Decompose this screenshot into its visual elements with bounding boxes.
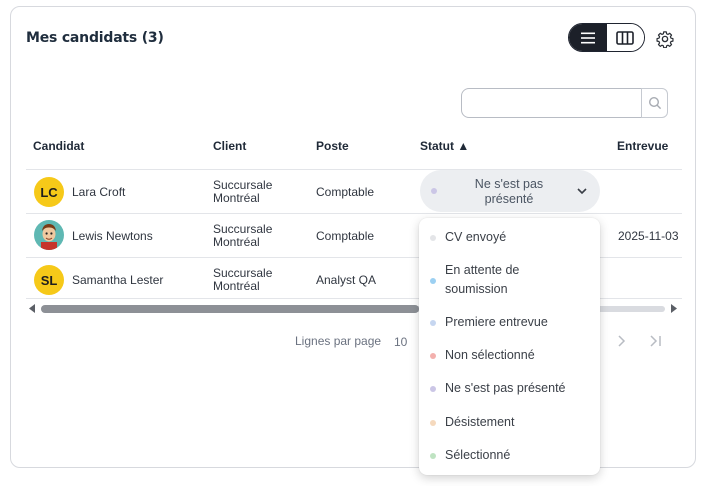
- status-dot: [431, 188, 437, 194]
- column-header-statut[interactable]: Statut ▲: [420, 139, 469, 153]
- chevron-down-icon: [577, 188, 587, 195]
- column-header-entrevue[interactable]: Entrevue: [617, 139, 668, 153]
- client-name: Succursale Montréal: [213, 179, 272, 205]
- row-divider: [26, 213, 682, 214]
- scroll-right-icon[interactable]: [670, 304, 678, 313]
- gear-icon[interactable]: [656, 30, 674, 48]
- list-view-button[interactable]: [569, 24, 607, 51]
- scrollbar-thumb[interactable]: [41, 305, 419, 313]
- status-option-label: CV envoyé: [445, 230, 507, 244]
- poste: Comptable: [316, 229, 375, 243]
- page-title: Mes candidats (3): [26, 30, 164, 46]
- avatar: LC: [34, 177, 64, 207]
- status-dot: [430, 386, 436, 392]
- candidate-name[interactable]: Lewis Newtons: [72, 229, 153, 243]
- client-line: Montréal: [213, 191, 260, 205]
- status-dot: [430, 353, 436, 359]
- status-dot: [430, 320, 436, 326]
- rows-per-page-select[interactable]: 10: [394, 335, 407, 349]
- status-option-label: En attente de soumission: [445, 263, 520, 296]
- client-line: Montréal: [213, 235, 260, 249]
- client-line: Montréal: [213, 279, 260, 293]
- status-dot: [430, 453, 436, 459]
- column-header-candidat[interactable]: Candidat: [33, 139, 84, 153]
- client-name: Succursale Montréal: [213, 223, 272, 249]
- poste: Comptable: [316, 185, 375, 199]
- column-header-client[interactable]: Client: [213, 139, 246, 153]
- status-option-label: Désistement: [445, 415, 515, 429]
- status-value: Ne s'est pas présenté: [474, 177, 544, 206]
- status-select[interactable]: Ne s'est pas présenté: [420, 170, 600, 212]
- scroll-left-icon[interactable]: [28, 304, 36, 313]
- search-icon: [648, 96, 661, 110]
- client-name: Succursale Montréal: [213, 267, 272, 293]
- status-dot: [430, 278, 436, 284]
- rows-per-page-label: Lignes par page: [295, 334, 382, 348]
- candidate-name[interactable]: Lara Croft: [72, 185, 125, 199]
- search-input[interactable]: [461, 88, 642, 118]
- status-dot: [430, 420, 436, 426]
- list-icon: [580, 32, 595, 43]
- columns-icon: [616, 30, 635, 45]
- next-page-icon[interactable]: [615, 334, 627, 348]
- search-button[interactable]: [641, 88, 668, 118]
- column-view-button[interactable]: [606, 24, 644, 51]
- avatar: [34, 220, 64, 250]
- last-page-icon[interactable]: [648, 334, 664, 348]
- status-option-label: Non sélectionné: [445, 348, 535, 362]
- view-toggle[interactable]: [568, 23, 645, 52]
- status-dot: [430, 235, 436, 241]
- avatar: SL: [34, 265, 64, 295]
- status-option-label: Sélectionné: [445, 448, 511, 462]
- status-dropdown-menu: CV envoyé En attente de soumission Premi…: [419, 218, 600, 475]
- status-option-label: Ne s'est pas présenté: [445, 381, 566, 395]
- candidate-name[interactable]: Samantha Lester: [72, 273, 163, 287]
- poste: Analyst QA: [316, 273, 377, 287]
- status-option-label: Premiere entrevue: [445, 315, 548, 329]
- interview-date: 2025-11-03: [618, 229, 679, 243]
- column-header-poste[interactable]: Poste: [316, 139, 349, 153]
